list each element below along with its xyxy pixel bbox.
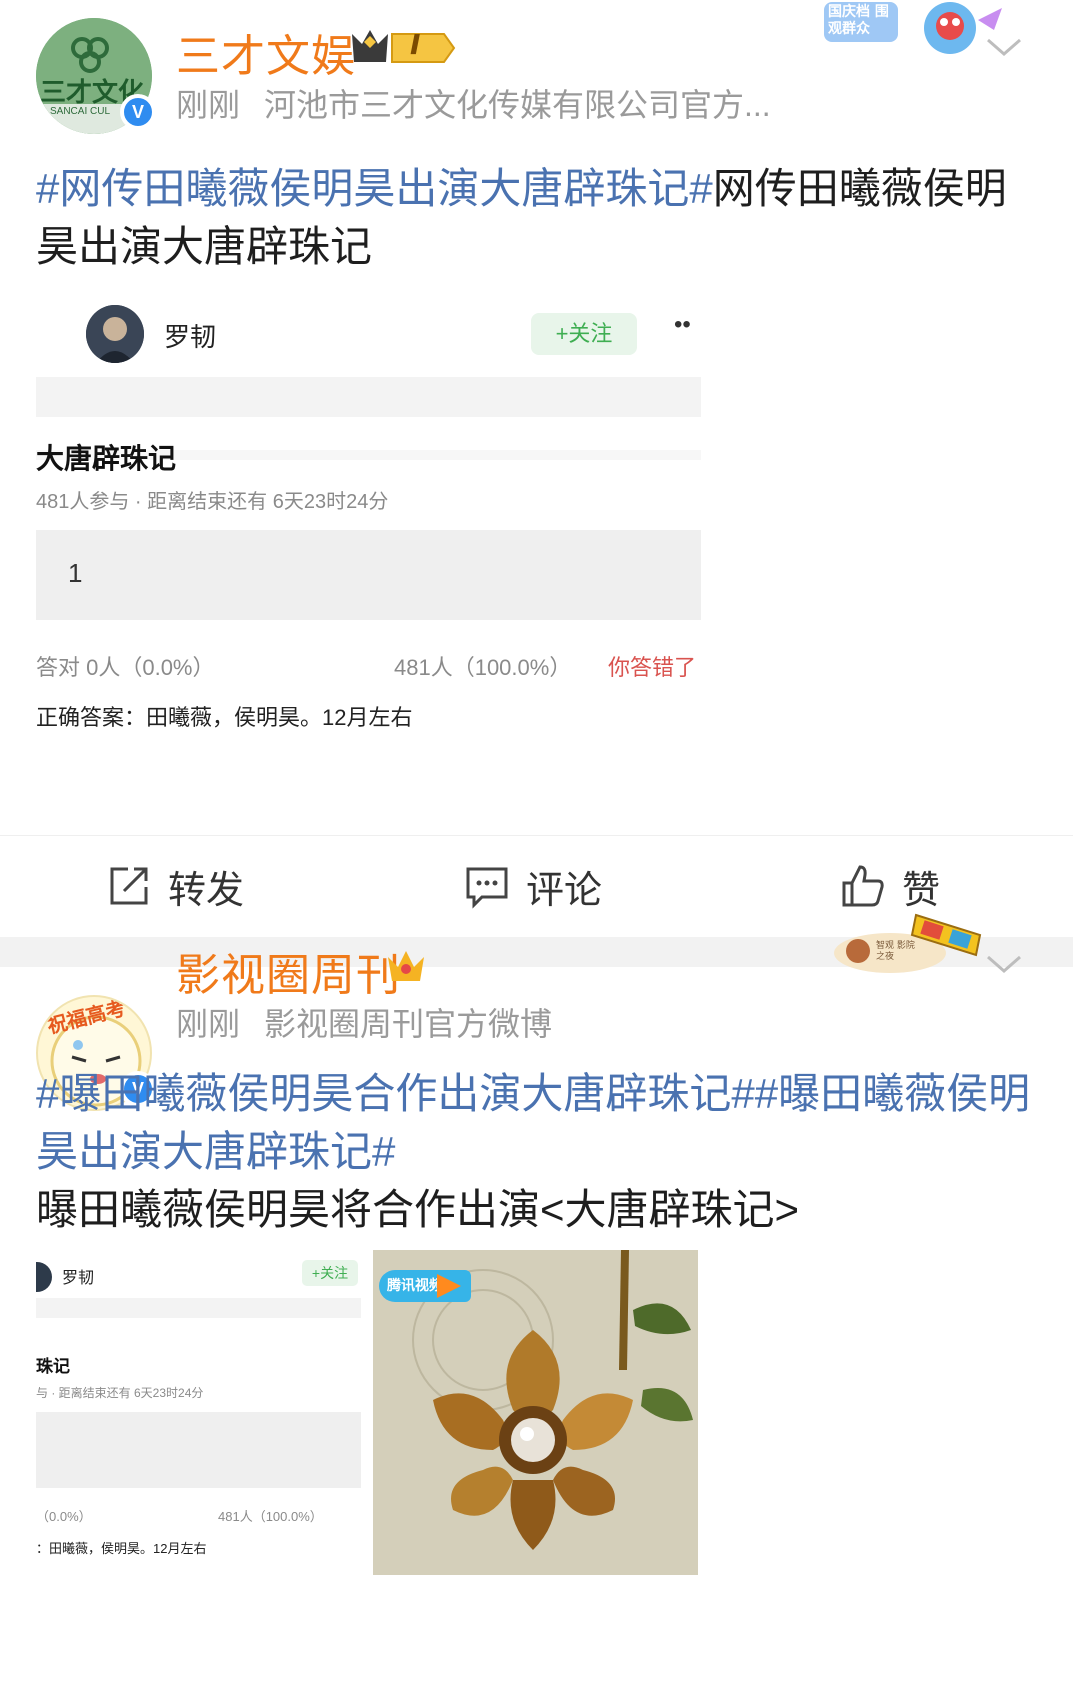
- divider-band: [36, 377, 701, 417]
- avatar[interactable]: 三才文化 SANCAI CUL V: [36, 18, 156, 134]
- poll-title: 珠记: [36, 1357, 70, 1377]
- embed-author: 罗韧: [62, 1270, 95, 1287]
- post-content: #曝田曦薇侯明昊合作出演大唐辟珠记##曝田曦薇侯明昊出演大唐辟珠记# 曝田曦薇侯…: [36, 1065, 1046, 1239]
- embed-author-avatar: [86, 305, 144, 363]
- rank-badge: I: [348, 24, 458, 70]
- poll-option[interactable]: 1: [36, 530, 701, 620]
- comment-button[interactable]: 评论: [464, 858, 602, 914]
- weibo-post-2: 祝福高考 V 影视圈周刊 刚刚 影视圈周刊官方微博 智观 影院之夜 #曝田曦薇侯明…: [0, 913, 1073, 1694]
- follow-button[interactable]: +关注: [531, 313, 637, 355]
- post-time: 刚刚: [176, 1006, 241, 1042]
- post-time: 刚刚: [176, 87, 241, 123]
- weibo-post-1: 三才文化 SANCAI CUL V 三才文娱 I 刚刚 河池市三才文化传媒有限公司…: [0, 0, 1073, 937]
- post-source[interactable]: 河池市三才文化传媒有限公司官方...: [264, 87, 771, 123]
- poll-title: 大唐辟珠记: [36, 442, 177, 475]
- embed-author-avatar: [36, 1262, 52, 1292]
- wrong-note: 你答错了: [608, 655, 697, 680]
- hashtag-link[interactable]: #曝田曦薇侯明昊合作出演大唐辟珠记#: [36, 1070, 755, 1117]
- decor-text: 智观 影院之夜: [876, 941, 915, 962]
- crown-badge-icon: [352, 30, 456, 63]
- correct-stat: （0.0%）: [36, 1509, 92, 1524]
- comment-icon: [466, 867, 508, 909]
- correct-stat: 答对 0人（0.0%）: [36, 655, 215, 680]
- image-thumbnail-1[interactable]: 罗韧 +关注 珠记 与 · 距离结束还有 6天23时24分 （0.0%） 481…: [36, 1250, 361, 1575]
- chevron-down-icon[interactable]: [984, 945, 1024, 985]
- username[interactable]: 影视圈周刊: [176, 939, 401, 1003]
- post-source[interactable]: 影视圈周刊官方微博: [264, 1006, 552, 1042]
- like-label: 赞: [902, 869, 941, 912]
- poll-option-label: 1: [68, 558, 83, 588]
- username[interactable]: 三才文娱: [176, 20, 356, 84]
- answer-line: ：田曦薇，侯明昊。12月左右: [36, 1541, 207, 1556]
- hashtag-link[interactable]: #网传田曦薇侯明昊出演大唐辟珠记#: [36, 165, 713, 212]
- verified-badge-icon: V: [120, 94, 156, 130]
- follow-button[interactable]: +关注: [302, 1260, 358, 1286]
- embed-author: 罗韧: [164, 322, 217, 352]
- post-meta: 刚刚 河池市三才文化传媒有限公司官方...: [176, 80, 771, 126]
- post-text: 曝田曦薇侯明昊将合作出演<大唐辟珠记>: [36, 1186, 800, 1233]
- image-thumbnail-2[interactable]: 腾讯视频: [373, 1250, 698, 1575]
- wrong-stat: 481人（100.0%）: [394, 655, 572, 680]
- wrong-stat: 481人（100.0%）: [218, 1509, 323, 1524]
- answer-line: 正确答案：田曦薇，侯明昊。12月左右: [36, 705, 413, 730]
- comment-label: 评论: [526, 869, 603, 912]
- embedded-screenshot[interactable]: 罗韧 +关注 •• 大唐辟珠记 481人参与 · 距离结束还有 6天23时24分…: [36, 305, 701, 798]
- repost-label: 转发: [168, 869, 245, 912]
- poll-option: [36, 1412, 361, 1488]
- repost-button[interactable]: 转发: [106, 858, 244, 914]
- chevron-down-icon[interactable]: [984, 28, 1024, 68]
- divider-band: [36, 1298, 361, 1318]
- crown-badge-icon: [388, 951, 424, 981]
- decor-text: 国庆档 围观群众: [828, 4, 889, 37]
- more-icon[interactable]: ••: [674, 311, 691, 339]
- poll-meta: 481人参与 · 距离结束还有 6天23时24分: [36, 491, 389, 513]
- post-meta: 刚刚 影视圈周刊官方微博: [176, 999, 552, 1045]
- post-content: #网传田曦薇侯明昊出演大唐辟珠记#网传田曦薇侯明昊出演大唐辟珠记: [36, 160, 1046, 276]
- person-avatar-icon: [86, 305, 144, 363]
- repost-icon: [110, 867, 148, 905]
- rank-badge-label: I: [410, 28, 421, 61]
- play-icon: [437, 1274, 461, 1298]
- like-button[interactable]: 赞: [840, 858, 940, 914]
- decor-sticker: 智观 影院之夜: [830, 907, 1000, 979]
- poll-meta: 与 · 距离结束还有 6天23时24分: [36, 1386, 204, 1400]
- avatar-subtext: SANCAI CUL: [50, 106, 111, 117]
- thumbs-up-icon: [842, 865, 884, 907]
